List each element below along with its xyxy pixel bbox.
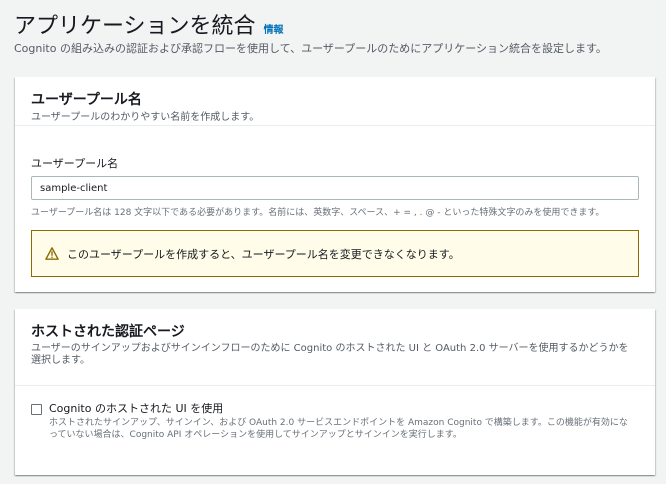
card-subtitle: ユーザーのサインアップおよびサインインフローのために Cognito のホストさ… <box>31 343 629 366</box>
user-pool-name-label: ユーザープール名 <box>31 157 119 170</box>
warning-icon <box>45 247 59 260</box>
checkbox-texts: Cognito のホストされた UI を使用 ホストされたサインアップ、サインイ… <box>49 402 629 441</box>
warning-alert: このユーザープールを作成すると、ユーザープール名を変更できなくなります。 <box>31 230 639 277</box>
card-subtitle: ユーザープールのわかりやすい名前を作成します。 <box>31 112 260 123</box>
user-pool-name-card: ユーザープール名 ユーザープールのわかりやすい名前を作成します。 ユーザープール… <box>15 77 655 292</box>
card-title: ホストされた認証ページ <box>31 324 185 340</box>
card-header: ホストされた認証ページ ユーザーのサインアップおよびサインインフローのために C… <box>15 309 655 386</box>
alert-text: このユーザープールを作成すると、ユーザープール名を変更できなくなります。 <box>67 247 460 261</box>
page-title: アプリケーションを統合 <box>14 14 256 39</box>
checkbox-description: ホストされたサインアップ、サインイン、および OAuth 2.0 サービスエンド… <box>49 418 628 440</box>
hosted-ui-option[interactable]: Cognito のホストされた UI を使用 ホストされたサインアップ、サインイ… <box>31 402 629 441</box>
user-pool-name-input[interactable] <box>31 176 639 200</box>
checkbox-label[interactable]: Cognito のホストされた UI を使用 <box>49 402 629 416</box>
hosted-ui-checkbox[interactable] <box>31 404 42 415</box>
page-description: Cognito の組み込みの認証および承認フローを使用して、ユーザープールのため… <box>14 42 607 55</box>
title-row: アプリケーションを統合 情報 <box>14 8 659 40</box>
user-pool-name-hint: ユーザープール名は 128 文字以下である必要があります。名前には、英数字、スペ… <box>31 208 605 218</box>
hosted-ui-card: ホストされた認証ページ ユーザーのサインアップおよびサインインフローのために C… <box>15 309 655 475</box>
card-title: ユーザープール名 <box>31 92 142 108</box>
page-header: アプリケーションを統合 情報 Cognito の組み込みの認証および承認フローを… <box>14 8 659 57</box>
info-link[interactable]: 情報 <box>264 21 284 36</box>
card-header: ユーザープール名 ユーザープールのわかりやすい名前を作成します。 <box>15 77 655 126</box>
